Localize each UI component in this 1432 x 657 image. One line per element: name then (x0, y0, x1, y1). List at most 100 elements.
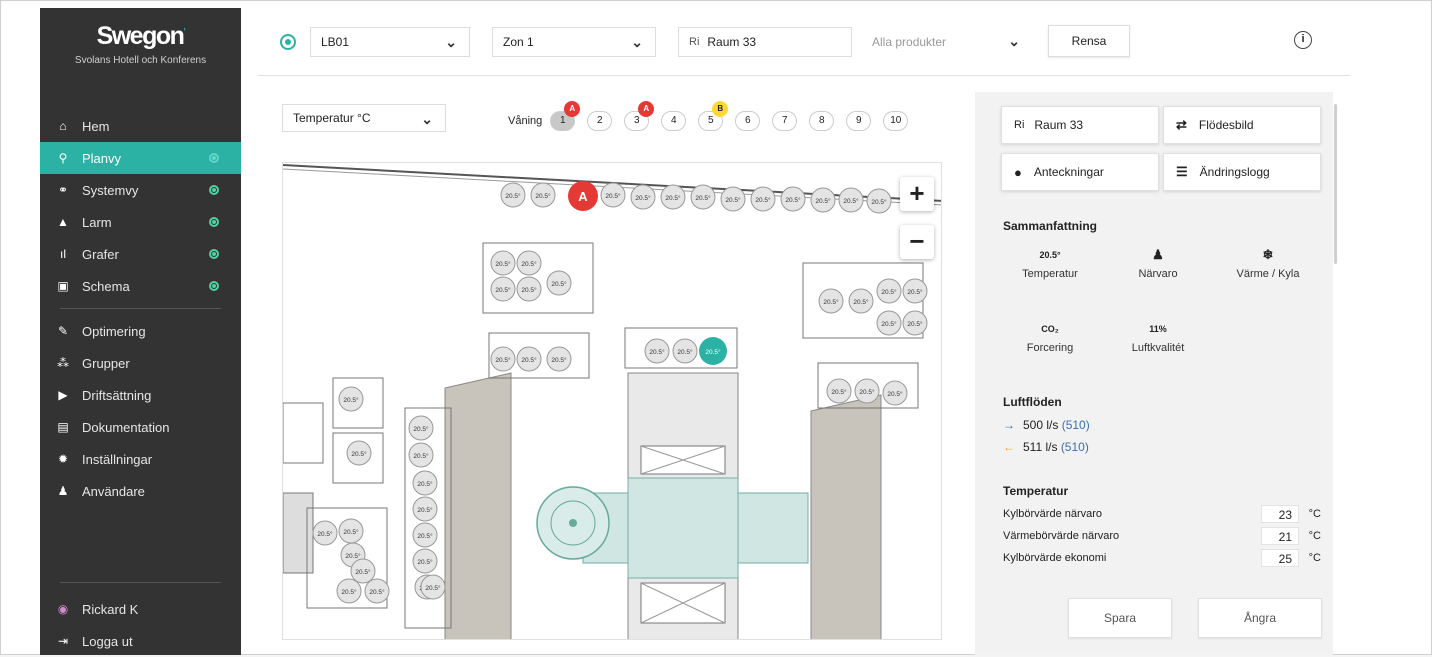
nav-item-user[interactable]: ◉ Rickard K (40, 593, 241, 625)
room-temp-label: 20.5° (521, 356, 537, 364)
temp-input[interactable]: 25 (1261, 549, 1299, 567)
summary-label: Värme / Kyla (1236, 268, 1300, 280)
products-select[interactable]: Alla produkter ⌄ (862, 27, 1032, 57)
room-temp-label: 20.5° (823, 298, 839, 306)
swegon-logo: Swegon’ (96, 22, 186, 50)
nav-item-planvy[interactable]: ⚲ Planvy (40, 142, 241, 174)
room-temp-label: 20.5° (649, 348, 665, 356)
floor-button-2[interactable]: 2 (587, 111, 613, 131)
changelog-label: Ändringslogg (1199, 165, 1270, 179)
airflow-value: 500 l/s (1023, 418, 1059, 432)
floor-label: Våning (508, 115, 543, 127)
building-radio[interactable] (280, 34, 296, 50)
status-dot-icon (209, 249, 219, 259)
floor-button-3[interactable]: 3A (624, 101, 655, 131)
panel-room-field[interactable]: Ri Raum 33 (1001, 106, 1159, 144)
room-temp-label: 20.5° (317, 530, 333, 538)
floor-button-7[interactable]: 7 (772, 111, 798, 131)
room-temp-label: 20.5° (369, 588, 385, 596)
room-temp-label: 20.5° (843, 197, 859, 205)
airflow-supply: → 500 l/s (510) (1003, 418, 1090, 432)
nav-item-dokumentation[interactable]: ▤ Dokumentation (40, 411, 241, 443)
status-dot-icon (209, 185, 219, 195)
floor-button-1[interactable]: 1A (550, 101, 581, 131)
nav-item-anvandare[interactable]: ♟ Användare (40, 475, 241, 507)
floor-plan[interactable]: 20.5° 20.5° 20.5° 20.5° 20.5° 20.5° 20.5° 20.5°… (282, 162, 942, 640)
selected-room-label: 20.5° (705, 348, 721, 356)
sidebar: Swegon’ Svolans Hotell och Konferens ⌂ He… (40, 8, 241, 655)
avatar-icon: ◉ (57, 602, 69, 616)
room-temp-label: 20.5° (665, 194, 681, 202)
nav-label: Driftsättning (82, 387, 152, 403)
summary-label: Närvaro (1138, 268, 1178, 280)
temp-row: Kylbörvärde ekonomi 25 °C (1003, 549, 1327, 567)
home-icon: ⌂ (59, 119, 67, 133)
temp-input[interactable]: 21 (1261, 527, 1299, 545)
nav-item-installningar[interactable]: ✹ Inställningar (40, 443, 241, 475)
floor-button-8[interactable]: 8 (809, 111, 835, 131)
brand: Swegon’ Svolans Hotell och Konferens (40, 8, 241, 66)
nav-item-driftsattning[interactable]: ▶ Driftsättning (40, 379, 241, 411)
floor-button-4[interactable]: 4 (661, 111, 687, 131)
info-icon[interactable]: i (1294, 31, 1312, 49)
building-select[interactable]: LB01 ⌄ (310, 27, 470, 57)
panel-scrollbar[interactable] (1334, 104, 1337, 264)
nav-item-optimering[interactable]: ✎ Optimering (40, 315, 241, 347)
temp-input[interactable]: 23 (1261, 505, 1299, 523)
document-icon: ▤ (57, 420, 69, 434)
temp-row: Kylbörvärde närvaro 23 °C (1003, 505, 1327, 523)
status-dot-icon (209, 217, 219, 227)
gear-icon: ✹ (57, 452, 69, 466)
nav-item-grupper[interactable]: ⁂ Grupper (40, 347, 241, 379)
changelog-button[interactable]: ☰ Ändringslogg (1163, 153, 1321, 191)
status-dot-icon (209, 153, 219, 163)
room-temp-label: 20.5° (521, 260, 537, 268)
summary-forcing: CO₂ Forcering (1000, 318, 1100, 354)
chevron-down-icon: ⌄ (445, 34, 457, 50)
undo-button[interactable]: Ångra (1198, 598, 1322, 638)
summary-temperature: 20.5° Temperatur (1000, 244, 1100, 280)
room-temp-label: 20.5° (635, 194, 651, 202)
map-mode-select[interactable]: Temperatur °C ⌄ (282, 104, 446, 132)
room-temp-label: 20.5° (859, 388, 875, 396)
room-temp-label: 20.5° (677, 348, 693, 356)
temperature-title: Temperatur (1003, 484, 1069, 498)
airflow-exhaust: ← 511 l/s (510) (1003, 440, 1089, 454)
airflow-setpoint: (510) (1060, 440, 1089, 454)
nav-item-systemvy[interactable]: ⚭ Systemvy (40, 174, 241, 206)
nav-item-larm[interactable]: ▲ Larm (40, 206, 241, 238)
save-button[interactable]: Spara (1068, 598, 1172, 638)
room-temp-label: 20.5° (853, 298, 869, 306)
temp-unit: °C (1308, 508, 1321, 520)
flow-diagram-button[interactable]: ⇄ Flödesbild (1163, 106, 1321, 144)
nav-item-schema[interactable]: ▣ Schema (40, 270, 241, 302)
bell-icon: ▲ (57, 215, 69, 229)
floor-button-10[interactable]: 10 (883, 111, 909, 131)
nav-item-logout[interactable]: ⇥ Logga ut (40, 625, 241, 657)
nav-label: Dokumentation (82, 419, 170, 435)
floor-button-6[interactable]: 6 (735, 111, 761, 131)
room-temp-label: 20.5° (413, 452, 429, 460)
room-temp-label: 20.5° (495, 260, 511, 268)
floor-button-9[interactable]: 9 (846, 111, 872, 131)
zoom-in-button[interactable]: + (900, 177, 934, 211)
clear-button[interactable]: Rensa (1048, 25, 1130, 57)
snowflake-icon: ❄ (1262, 247, 1274, 262)
room-search-field[interactable]: Ri Raum 33 (678, 27, 852, 57)
room-temp-label: 20.5° (871, 198, 887, 206)
zone-select[interactable]: Zon 1 ⌄ (492, 27, 656, 57)
floor-button-5[interactable]: 5B (698, 101, 729, 131)
chevron-down-icon: ⌄ (631, 34, 643, 50)
nav-item-hem[interactable]: ⌂ Hem (40, 110, 241, 142)
nav-label: Grupper (82, 355, 130, 371)
room-temp-label: 20.5° (425, 584, 441, 592)
wrench-icon: ✎ (57, 324, 69, 338)
room-temp-label: 20.5° (725, 196, 741, 204)
zoom-out-button[interactable]: − (900, 225, 934, 259)
nav-label: Planvy (82, 150, 122, 166)
nav-item-grafer[interactable]: ıl Grafer (40, 238, 241, 270)
notes-button[interactable]: ● Anteckningar (1001, 153, 1159, 191)
comment-icon: ● (1014, 164, 1022, 180)
nav-label: Optimering (82, 323, 146, 339)
room-temp-label: 20.5° (521, 286, 537, 294)
